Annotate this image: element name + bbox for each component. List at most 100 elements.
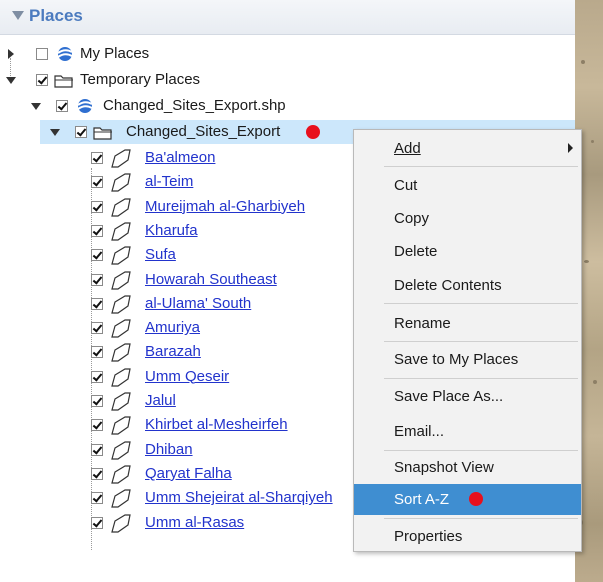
menu-item-copy[interactable]: Copy [354,203,581,233]
polygon-icon [111,222,131,241]
menu-item-label: Sort A-Z [394,491,450,508]
polygon-icon [111,392,131,411]
menu-item-label: Cut [394,177,418,194]
site-link[interactable]: Sufa [145,246,176,263]
menu-item-sort-az[interactable]: Sort A-Z [354,484,581,515]
checkbox[interactable] [91,322,103,335]
polygon-icon [111,489,131,508]
folder-icon [54,75,73,88]
menu-separator [384,341,578,342]
menu-item-properties[interactable]: Properties [354,521,581,551]
checkbox[interactable] [91,370,103,383]
collapse-arrow-icon[interactable] [12,11,24,20]
checkbox[interactable] [91,200,103,213]
context-menu: Add Cut Copy Delete Delete Contents Rena… [353,129,582,552]
polygon-icon [111,343,131,362]
checkbox[interactable] [91,346,103,359]
expand-arrow-icon[interactable] [6,77,16,84]
map-texture [593,380,597,384]
menu-item-email[interactable]: Email... [354,416,581,446]
globe-icon [77,99,93,113]
checkbox[interactable] [91,419,103,432]
expand-arrow-icon[interactable] [31,103,41,110]
menu-item-label: Save Place As... [394,388,504,405]
tree-item-label: Changed_Sites_Export.shp [103,97,286,114]
submenu-arrow-icon [568,143,573,153]
places-header[interactable]: Places [0,0,575,35]
polygon-icon [111,149,131,168]
menu-item-add[interactable]: Add [354,133,581,163]
polygon-icon [111,416,131,435]
menu-separator [384,303,578,304]
menu-item-save-to-my-places[interactable]: Save to My Places [354,344,581,374]
checkbox[interactable] [91,176,103,189]
checkbox[interactable] [36,48,48,60]
menu-item-label: Snapshot View [394,459,494,476]
site-link[interactable]: Umm al-Rasas [145,514,244,531]
menu-item-label: Properties [394,528,463,545]
checkbox[interactable] [75,126,87,138]
folder-icon [93,127,112,140]
tree-item-label: Temporary Places [80,71,201,88]
menu-item-delete-contents[interactable]: Delete Contents [354,270,581,300]
site-link[interactable]: Umm Shejeirat al-Sharqiyeh [145,489,333,506]
polygon-icon [111,197,131,217]
menu-item-cut[interactable]: Cut [354,170,581,200]
tree-item-temporary-places[interactable]: Temporary Places [0,68,575,92]
menu-separator [384,166,578,167]
checkbox[interactable] [91,516,103,529]
checkbox[interactable] [56,100,68,112]
red-marker [469,492,483,506]
site-link[interactable]: Barazah [145,343,201,360]
menu-item-delete[interactable]: Delete [354,236,581,266]
site-link[interactable]: Howarah Southeast [145,271,277,288]
map-texture [584,260,589,263]
checkbox[interactable] [91,152,103,164]
tree-item-label: Changed_Sites_Export [126,123,281,140]
checkbox[interactable] [91,492,103,505]
checkbox[interactable] [91,443,103,456]
polygon-icon [111,270,131,290]
checkbox[interactable] [91,395,103,407]
menu-item-rename[interactable]: Rename [354,308,581,338]
menu-item-label: Copy [394,210,430,227]
polygon-icon [111,246,131,265]
polygon-icon [111,295,131,314]
tree-item-my-places[interactable]: My Places [0,42,575,66]
site-link[interactable]: al-Teim [145,173,193,190]
polygon-icon [111,440,131,460]
map-texture [581,60,585,64]
site-link[interactable]: Dhiban [145,441,193,458]
polygon-icon [111,319,131,338]
site-link[interactable]: Khirbet al-Mesheirfeh [145,416,288,433]
menu-separator [384,378,578,379]
tree-item-label: My Places [80,45,150,62]
map-texture [591,140,594,143]
site-link[interactable]: Mureijmah al-Gharbiyeh [145,198,305,215]
polygon-icon [111,173,131,192]
menu-item-label: Email... [394,423,445,440]
checkbox[interactable] [91,224,103,237]
site-link[interactable]: Kharufa [145,222,198,239]
menu-item-snapshot-view[interactable]: Snapshot View [354,452,581,482]
checkbox[interactable] [91,249,103,262]
checkbox[interactable] [36,74,48,86]
globe-icon [57,47,73,61]
site-link[interactable]: Umm Qeseir [145,368,229,385]
tree-item-shp-file[interactable]: Changed_Sites_Export.shp [0,94,575,118]
panel-title: Places [29,6,83,25]
expand-arrow-icon[interactable] [8,49,14,59]
checkbox[interactable] [91,297,103,310]
site-link[interactable]: Jalul [145,392,176,409]
checkbox[interactable] [91,273,103,286]
checkbox[interactable] [91,467,103,480]
site-link[interactable]: Qaryat Falha [145,465,232,482]
menu-item-save-place-as[interactable]: Save Place As... [354,381,581,411]
menu-item-label: Save to My Places [394,351,519,368]
site-link[interactable]: al-Ulama' South [145,295,251,312]
menu-separator [384,518,578,519]
menu-item-label: Rename [394,315,451,332]
expand-arrow-icon[interactable] [50,129,60,136]
site-link[interactable]: Ba'almeon [145,149,215,166]
site-link[interactable]: Amuriya [145,319,200,336]
